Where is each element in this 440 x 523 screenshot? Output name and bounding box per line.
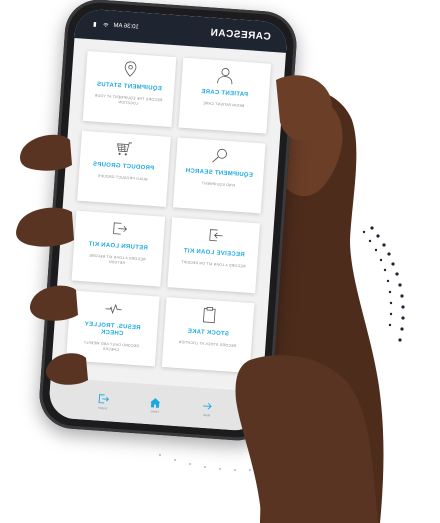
scene: 10:36 AM CARESCAN EQUIPMENT STATUS RECOR… (0, 0, 440, 523)
hand-fingers (16, 75, 378, 523)
